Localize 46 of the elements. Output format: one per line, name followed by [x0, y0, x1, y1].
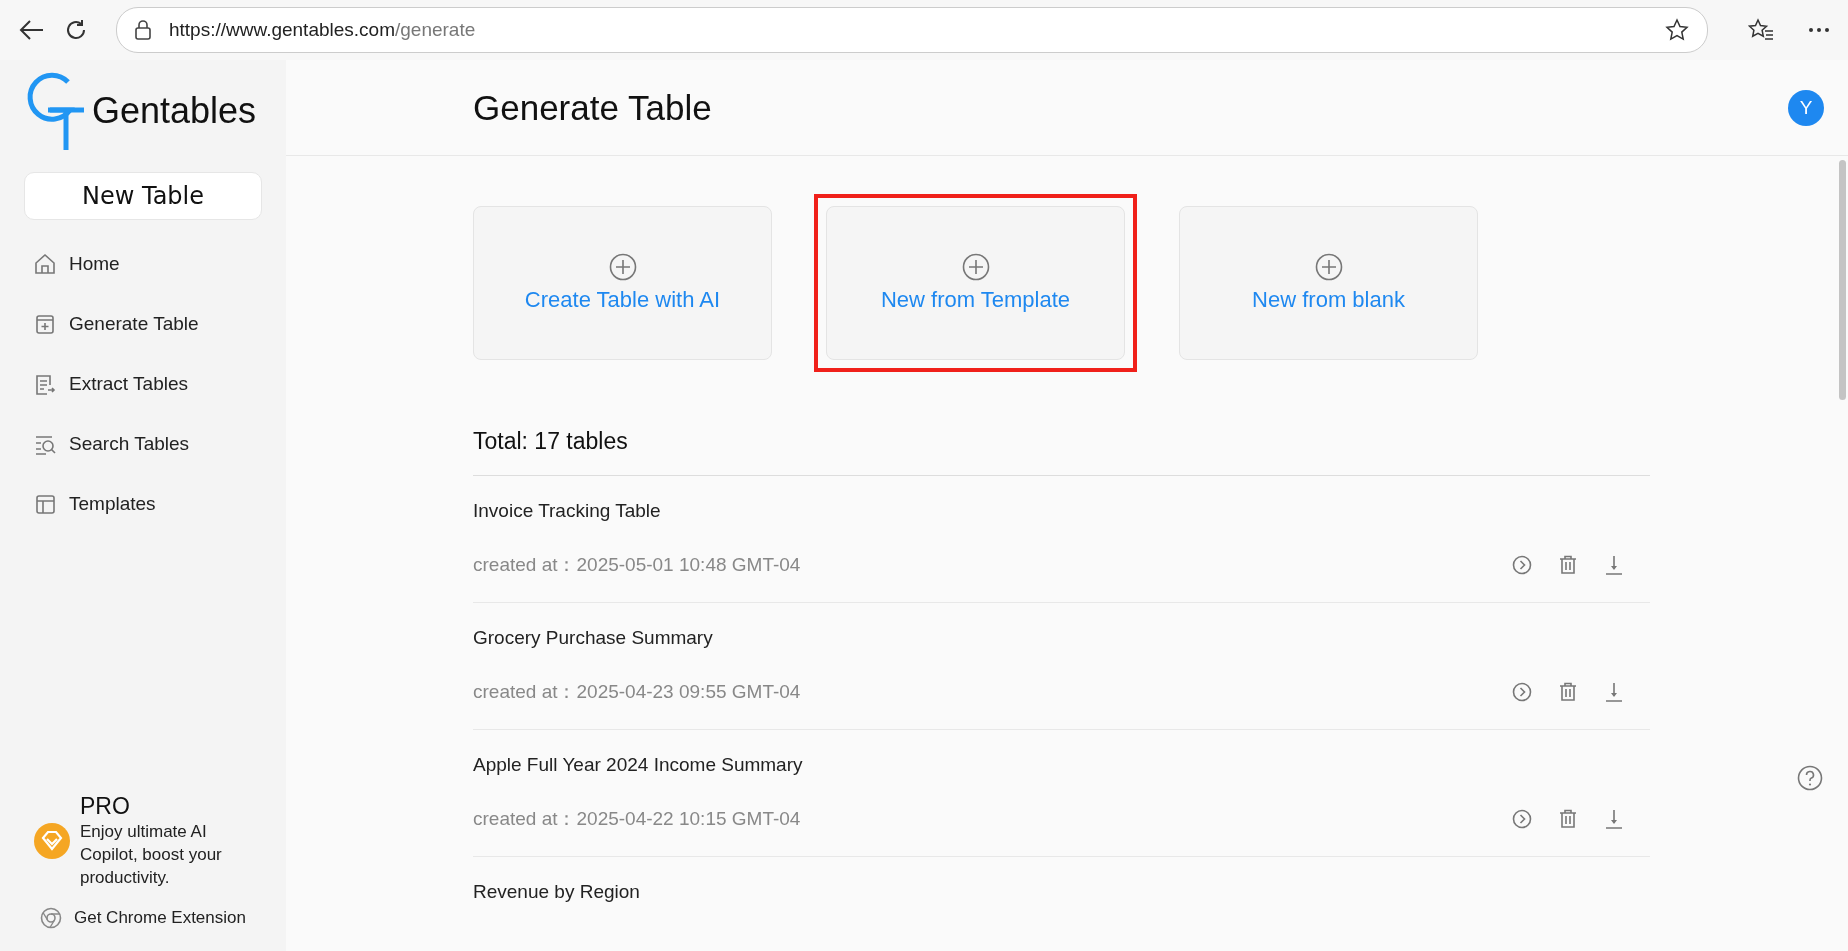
lock-icon[interactable]	[135, 20, 151, 40]
avatar[interactable]: Y	[1788, 89, 1824, 126]
chrome-icon	[40, 907, 62, 929]
promo-title: PRO	[80, 793, 131, 820]
chevron-circle-icon[interactable]	[1512, 682, 1532, 702]
sidebar-item[interactable]: Search Tables	[24, 414, 262, 474]
layout-icon	[34, 492, 57, 516]
home-icon	[34, 252, 57, 276]
address-bar[interactable]: https://www.gentables.com/generate	[116, 7, 1708, 53]
scrollbar[interactable]	[1839, 160, 1846, 400]
sidebar-item[interactable]: Generate Table	[24, 294, 262, 354]
document-icon	[34, 372, 57, 396]
chevron-circle-icon[interactable]	[1512, 809, 1532, 829]
sidebar-item[interactable]: Home	[24, 234, 262, 294]
plus-circle-icon	[608, 253, 637, 281]
table-name[interactable]: Revenue by Region	[473, 881, 1650, 903]
plus-circle-icon	[1314, 253, 1343, 281]
download-icon[interactable]	[1604, 809, 1624, 829]
favorites-icon[interactable]	[1748, 18, 1774, 42]
logo-text: Gentables	[92, 90, 257, 132]
download-icon[interactable]	[1604, 682, 1624, 702]
star-icon[interactable]	[1665, 18, 1689, 42]
promo-text: Enjoy ultimate AI Copilot, boost your productivity.	[80, 821, 223, 889]
chrome-extension-link[interactable]: Get Chrome Extension	[24, 907, 262, 929]
sidebar-item[interactable]: Extract Tables	[24, 354, 262, 414]
sidebar-item[interactable]: Templates	[24, 474, 262, 534]
page-title: Generate Table	[473, 87, 712, 128]
trash-icon[interactable]	[1558, 555, 1578, 575]
plus-square-icon	[34, 312, 57, 336]
table-name[interactable]: Invoice Tracking Table	[473, 500, 1650, 522]
trash-icon[interactable]	[1558, 809, 1578, 829]
created-date: created at：2025-05-01 10:48 GMT-04	[473, 553, 801, 577]
plus-circle-icon	[961, 253, 990, 281]
back-icon[interactable]	[18, 19, 44, 41]
new-table-button[interactable]: New Table	[24, 172, 262, 220]
created-date: created at：2025-04-22 10:15 GMT-04	[473, 807, 801, 831]
trash-icon[interactable]	[1558, 682, 1578, 702]
reload-icon[interactable]	[64, 18, 88, 42]
table-name[interactable]: Apple Full Year 2024 Income Summary	[473, 754, 1650, 776]
download-icon[interactable]	[1604, 555, 1624, 575]
total-count: Total: 17 tables	[473, 428, 1650, 476]
help-icon[interactable]	[1797, 765, 1823, 791]
more-icon[interactable]	[1808, 27, 1830, 33]
chevron-circle-icon[interactable]	[1512, 555, 1532, 575]
table-name[interactable]: Grocery Purchase Summary	[473, 627, 1650, 649]
created-date: created at：2025-04-23 09:55 GMT-04	[473, 680, 801, 704]
